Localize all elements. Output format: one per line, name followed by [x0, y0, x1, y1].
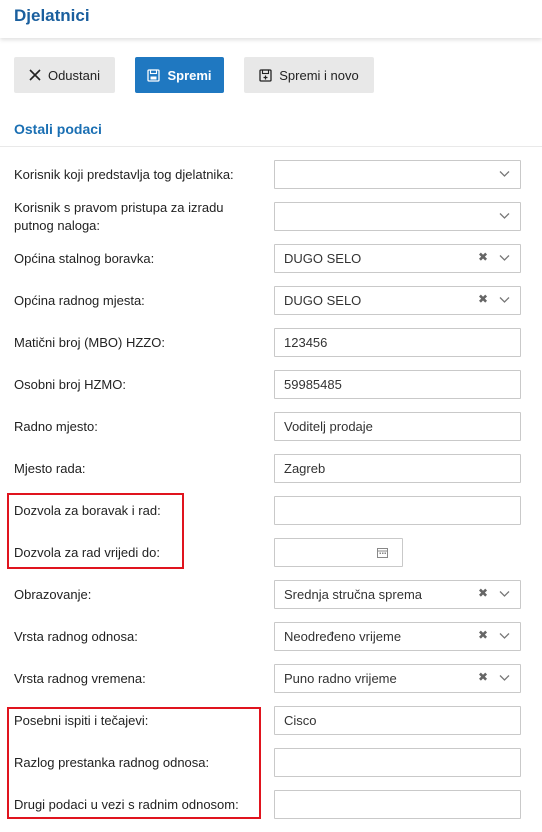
- dozvola-do-date-input[interactable]: [274, 538, 403, 567]
- section-title: Ostali podaci: [14, 121, 102, 137]
- clear-icon[interactable]: ✖: [478, 292, 488, 306]
- vrsta-odnosa-value: Neodređeno vrijeme: [284, 629, 402, 644]
- vrsta-vremena-value: Puno radno vrijeme: [284, 671, 397, 686]
- mjesto-rada-value: Zagreb: [284, 461, 326, 476]
- chevron-down-icon[interactable]: [499, 212, 510, 220]
- clear-icon[interactable]: ✖: [478, 628, 488, 642]
- mjesto-rada-label: Mjesto rada:: [14, 461, 86, 476]
- dozvola-label: Dozvola za boravak i rad:: [14, 503, 161, 518]
- clear-icon[interactable]: ✖: [478, 670, 488, 684]
- vrsta-odnosa-label: Vrsta radnog odnosa:: [14, 629, 138, 644]
- chevron-down-icon[interactable]: [499, 254, 510, 262]
- floppy-disk-icon: [147, 68, 161, 82]
- dozvola-do-label: Dozvola za rad vrijedi do:: [14, 545, 160, 560]
- mbo-value: 123456: [284, 335, 328, 350]
- ispiti-input[interactable]: Cisco: [274, 706, 521, 735]
- obrazovanje-label: Obrazovanje:: [14, 587, 92, 602]
- dozvola-input[interactable]: [274, 496, 521, 525]
- opcina-rada-select[interactable]: DUGO SELO ✖: [274, 286, 521, 315]
- chevron-down-icon[interactable]: [499, 674, 510, 682]
- razlog-input[interactable]: [274, 748, 521, 777]
- cancel-button-label: Odustani: [47, 67, 101, 83]
- vrsta-vremena-label: Vrsta radnog vremena:: [14, 671, 146, 686]
- radno-mjesto-value: Voditelj prodaje: [284, 419, 373, 434]
- mbo-label: Matični broj (MBO) HZZO:: [14, 335, 165, 350]
- save-button-label: Spremi: [167, 67, 212, 83]
- korisnik-putni-label: Korisnik s pravom pristupa za izradu put…: [14, 200, 224, 233]
- calendar-icon[interactable]: [377, 547, 388, 558]
- chevron-down-icon[interactable]: [499, 170, 510, 178]
- close-icon: [29, 69, 41, 81]
- hzmo-label: Osobni broj HZMO:: [14, 377, 126, 392]
- ispiti-label: Posebni ispiti i tečajevi:: [14, 713, 149, 728]
- vrsta-odnosa-select[interactable]: Neodređeno vrijeme ✖: [274, 622, 521, 651]
- korisnik-djelatnik-label: Korisnik koji predstavlja tog djelatnika…: [14, 167, 234, 182]
- floppy-disk-plus-icon: [259, 68, 272, 82]
- chevron-down-icon[interactable]: [499, 590, 510, 598]
- page-title: Djelatnici: [14, 6, 90, 25]
- ispiti-value: Cisco: [284, 713, 317, 728]
- hzmo-input[interactable]: 59985485: [274, 370, 521, 399]
- chevron-down-icon[interactable]: [499, 296, 510, 304]
- save-and-new-button-label: Spremi i novo: [279, 67, 359, 83]
- clear-icon[interactable]: ✖: [478, 250, 488, 264]
- korisnik-djelatnik-select[interactable]: [274, 160, 521, 189]
- save-and-new-button[interactable]: Spremi i novo: [244, 57, 374, 93]
- drugi-label: Drugi podaci u vezi s radnim odnosom:: [14, 797, 239, 812]
- section-divider: [0, 146, 542, 147]
- opcina-rada-value: DUGO SELO: [284, 293, 362, 308]
- clear-icon[interactable]: ✖: [478, 586, 488, 600]
- vrsta-vremena-select[interactable]: Puno radno vrijeme ✖: [274, 664, 521, 693]
- opcina-boravka-label: Općina stalnog boravka:: [14, 251, 155, 266]
- hzmo-value: 59985485: [284, 377, 342, 392]
- drugi-input[interactable]: [274, 790, 521, 819]
- radno-mjesto-input[interactable]: Voditelj prodaje: [274, 412, 521, 441]
- opcina-boravka-select[interactable]: DUGO SELO ✖: [274, 244, 521, 273]
- chevron-down-icon[interactable]: [499, 632, 510, 640]
- radno-mjesto-label: Radno mjesto:: [14, 419, 98, 434]
- toolbar: Odustani Spremi Spremi i novo: [0, 38, 542, 108]
- obrazovanje-select[interactable]: Srednja stručna sprema ✖: [274, 580, 521, 609]
- cancel-button[interactable]: Odustani: [14, 57, 115, 93]
- opcina-boravka-value: DUGO SELO: [284, 251, 362, 266]
- opcina-rada-label: Općina radnog mjesta:: [14, 293, 145, 308]
- obrazovanje-value: Srednja stručna sprema: [284, 587, 423, 602]
- korisnik-putni-select[interactable]: [274, 202, 521, 231]
- mjesto-rada-input[interactable]: Zagreb: [274, 454, 521, 483]
- mbo-input[interactable]: 123456: [274, 328, 521, 357]
- page-header: Djelatnici: [0, 0, 542, 38]
- razlog-label: Razlog prestanka radnog odnosa:: [14, 755, 210, 770]
- save-button[interactable]: Spremi: [135, 57, 224, 93]
